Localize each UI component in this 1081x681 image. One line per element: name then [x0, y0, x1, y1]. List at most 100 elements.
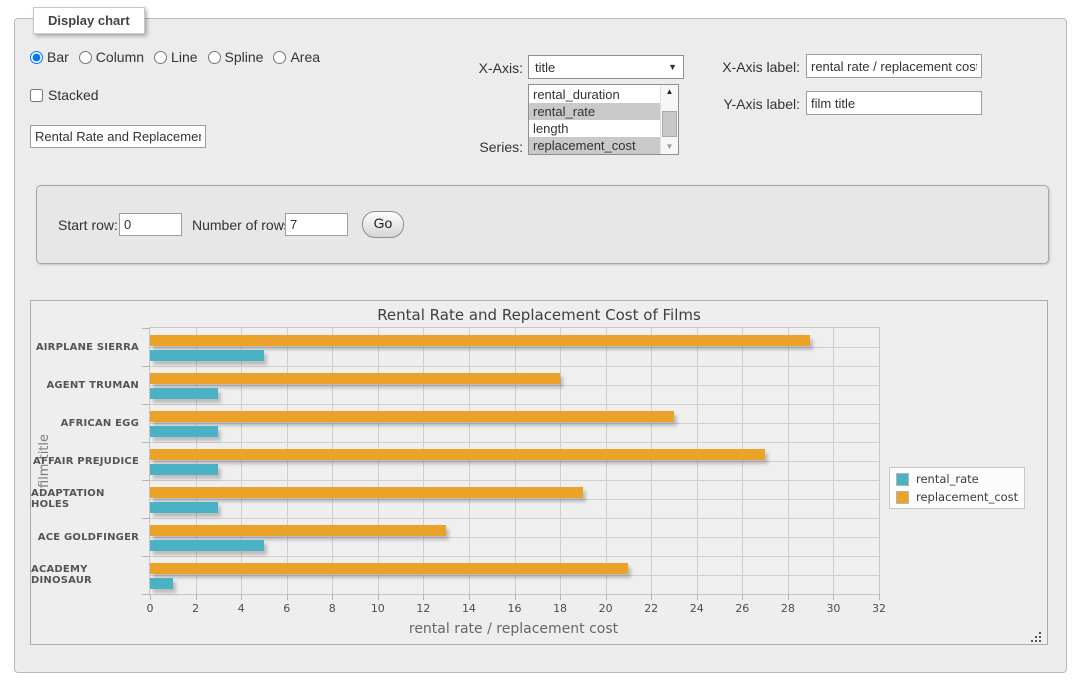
- page: Display chart Bar Column Line Spline Area St…: [0, 0, 1081, 681]
- chart-legend: rental_rate replacement_cost: [889, 467, 1025, 509]
- chart-type-option-line[interactable]: Line: [154, 49, 197, 65]
- chart-type-label: Spline: [225, 49, 264, 65]
- x-axis-tick: [697, 594, 698, 600]
- y-axis-tick: [142, 328, 150, 329]
- y-axis-tick: [142, 518, 150, 519]
- num-rows-input[interactable]: [285, 213, 348, 236]
- x-axis-tick-label: 32: [872, 602, 886, 615]
- bar-rental_rate: [150, 388, 218, 399]
- gridline: [423, 328, 424, 594]
- chart-type-radios: Bar Column Line Spline Area: [30, 49, 330, 65]
- x-axis-tick-label: 18: [553, 602, 567, 615]
- plot-area: [149, 327, 880, 595]
- y-axis-tick: [142, 556, 150, 557]
- chart-title: Rental Rate and Replacement Cost of Film…: [31, 306, 1047, 324]
- go-button[interactable]: Go: [362, 211, 404, 238]
- resize-handle-icon[interactable]: [1031, 628, 1042, 639]
- y-axis-tick: [142, 404, 150, 405]
- category-label: AFRICAN EGG: [31, 404, 139, 442]
- chart-type-label: Area: [290, 49, 320, 65]
- bar-rental_rate: [150, 350, 264, 361]
- chart-type-radio-column[interactable]: [79, 51, 92, 64]
- bar-replacement_cost: [150, 563, 628, 574]
- x-axis-label-input[interactable]: [806, 54, 982, 78]
- category-label: ACE GOLDFINGER: [31, 518, 139, 556]
- chart-type-radio-bar[interactable]: [30, 51, 43, 64]
- x-axis-tick: [742, 594, 743, 600]
- x-axis-tick-label: 30: [826, 602, 840, 615]
- series-option-replacement_cost[interactable]: replacement_cost: [529, 137, 661, 154]
- category-label: AIRPLANE SIERRA: [31, 328, 139, 366]
- x-axis-tick-label: 16: [508, 602, 522, 615]
- rows-form-box: [36, 185, 1049, 264]
- chart-type-option-spline[interactable]: Spline: [208, 49, 264, 65]
- bar-rental_rate: [150, 540, 264, 551]
- chart-type-radio-area[interactable]: [273, 51, 286, 64]
- legend-label: replacement_cost: [916, 490, 1018, 504]
- series-field-label: Series:: [420, 139, 523, 155]
- bar-replacement_cost: [150, 411, 674, 422]
- stacked-row: Stacked: [30, 87, 99, 103]
- chart-type-option-area[interactable]: Area: [273, 49, 320, 65]
- chart-title-input[interactable]: [30, 125, 206, 148]
- legend-label: rental_rate: [916, 472, 979, 486]
- chart-type-radio-spline[interactable]: [208, 51, 221, 64]
- series-option-length[interactable]: length: [529, 120, 661, 137]
- category-label: AFFAIR PREJUDICE: [31, 442, 139, 480]
- gridline: [742, 328, 743, 594]
- gridline: [788, 328, 789, 594]
- x-axis-tick: [469, 594, 470, 600]
- series-option-rental_duration[interactable]: rental_duration: [529, 86, 661, 103]
- x-axis-tick-label: 12: [416, 602, 430, 615]
- y-axis-label-input[interactable]: [806, 91, 982, 115]
- chart-type-label: Line: [171, 49, 197, 65]
- gridline: [515, 328, 516, 594]
- scroll-down-icon[interactable]: ▼: [661, 142, 678, 152]
- y-axis-tick: [142, 442, 150, 443]
- legend-item-replacement_cost: replacement_cost: [896, 490, 1018, 504]
- gridline: [606, 328, 607, 594]
- category-label: AGENT TRUMAN: [31, 366, 139, 404]
- bar-replacement_cost: [150, 487, 583, 498]
- x-axis-tick: [332, 594, 333, 600]
- stacked-label: Stacked: [48, 87, 99, 103]
- gridline: [332, 328, 333, 594]
- x-axis-tick-label: 2: [192, 602, 199, 615]
- series-listbox[interactable]: rental_durationrental_ratelengthreplacem…: [528, 84, 679, 155]
- x-axis-tick: [651, 594, 652, 600]
- x-axis-tick-label: 24: [690, 602, 704, 615]
- bar-rental_rate: [150, 426, 218, 437]
- x-axis-tick: [879, 594, 880, 600]
- gridline: [651, 328, 652, 594]
- x-axis-field-label: X-Axis:: [420, 60, 523, 76]
- x-axis-tick-label: 10: [371, 602, 385, 615]
- y-axis-tick: [142, 480, 150, 481]
- chart-type-label: Column: [96, 49, 144, 65]
- chart-type-option-bar[interactable]: Bar: [30, 49, 69, 65]
- x-axis-tick-label: 4: [238, 602, 245, 615]
- chart-type-option-column[interactable]: Column: [79, 49, 144, 65]
- stacked-checkbox[interactable]: [30, 89, 43, 102]
- x-axis-label-field-label: X-Axis label:: [660, 59, 800, 75]
- gridline: [378, 328, 379, 594]
- gridline: [560, 328, 561, 594]
- chart-type-label: Bar: [47, 49, 69, 65]
- bar-rental_rate: [150, 464, 218, 475]
- bar-rental_rate: [150, 578, 173, 589]
- x-axis-tick: [196, 594, 197, 600]
- x-axis-tick: [833, 594, 834, 600]
- start-row-input[interactable]: [119, 213, 182, 236]
- gridline: [697, 328, 698, 594]
- gridline: [833, 328, 834, 594]
- x-axis-selected-value: title: [535, 60, 555, 75]
- start-row-label: Start row:: [58, 217, 118, 233]
- gridline: [196, 328, 197, 594]
- x-axis-title: rental rate / replacement cost: [149, 621, 878, 637]
- scrollbar-thumb[interactable]: [662, 111, 677, 137]
- x-axis-tick: [515, 594, 516, 600]
- category-label: ACADEMY DINOSAUR: [31, 556, 139, 594]
- chart-type-radio-line[interactable]: [154, 51, 167, 64]
- bar-replacement_cost: [150, 525, 446, 536]
- panel-title: Display chart: [33, 7, 145, 34]
- series-option-rental_rate[interactable]: rental_rate: [529, 103, 661, 120]
